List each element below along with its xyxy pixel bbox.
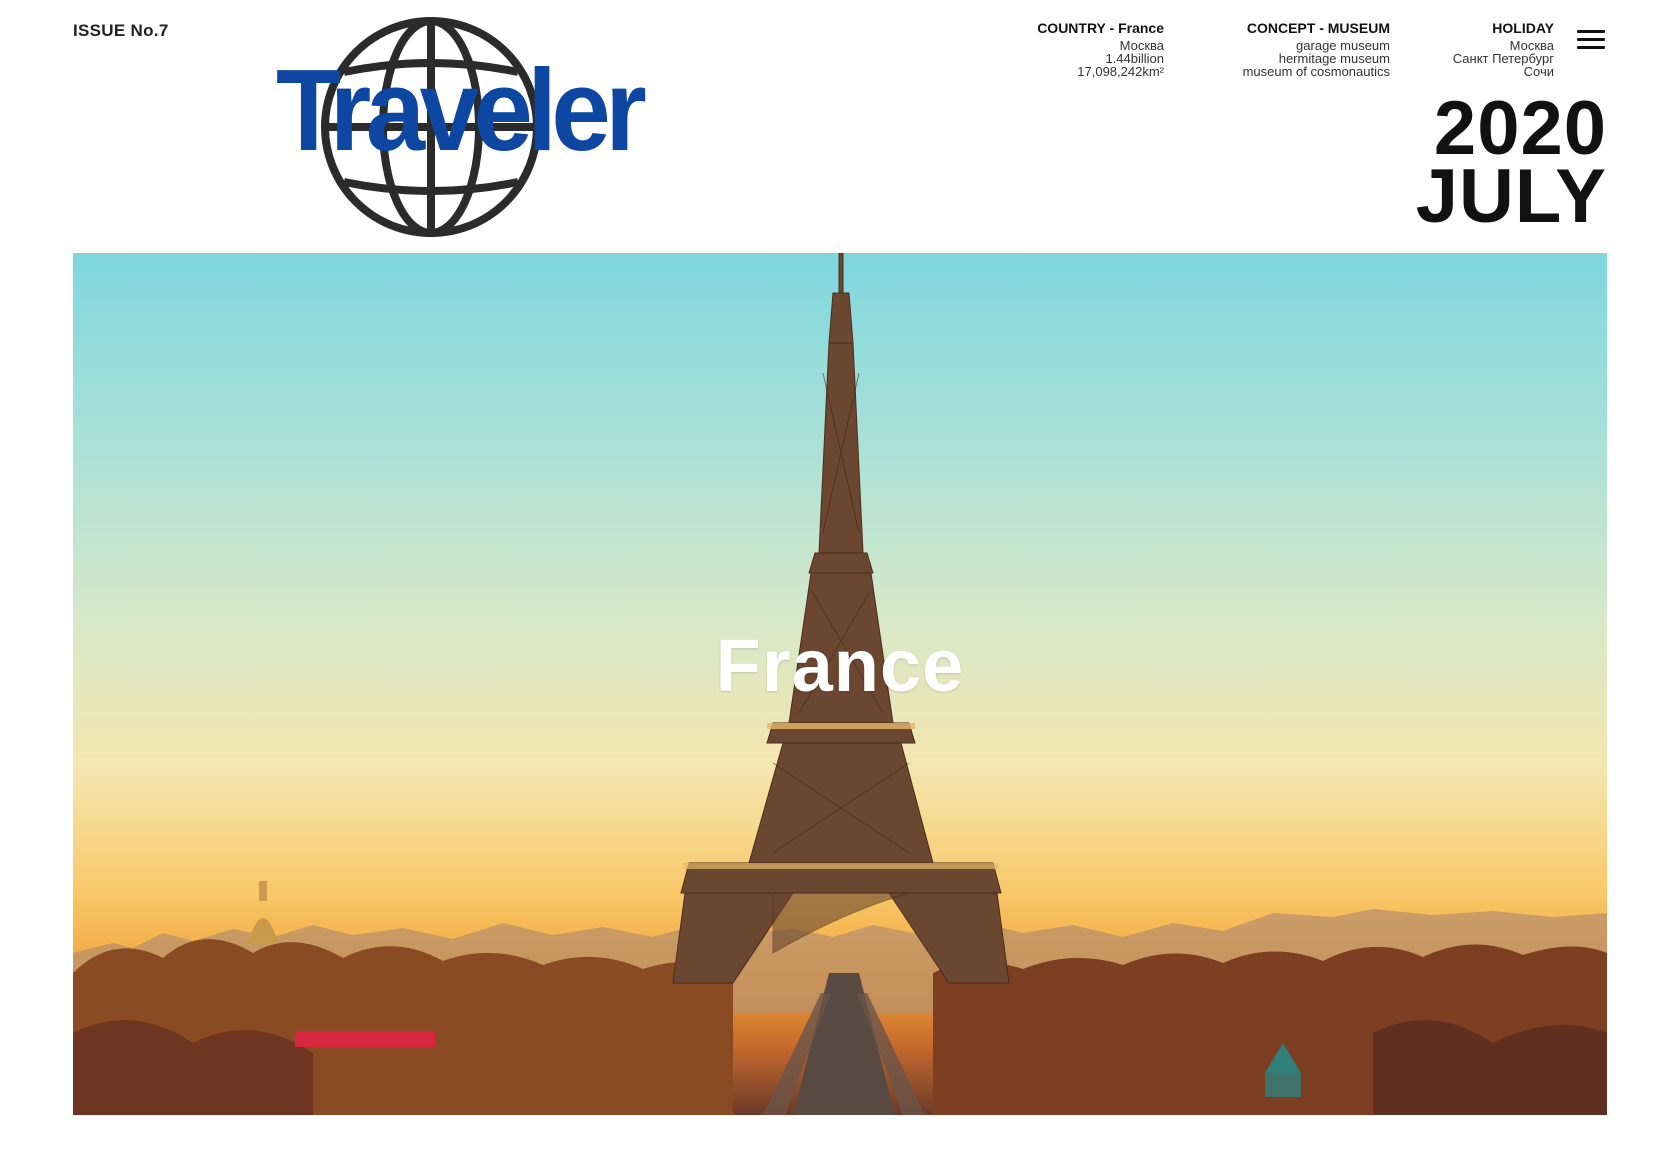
logo-wordmark: Traveler	[276, 45, 647, 175]
concept-line: museum of cosmonautics	[1242, 64, 1390, 79]
issue-month: JULY	[1415, 154, 1607, 239]
holiday-title: HOLIDAY	[1492, 20, 1554, 36]
holiday-info: HOLIDAY Москва Санкт Петербург Сочи	[1453, 20, 1554, 78]
country-title: COUNTRY - France	[1037, 20, 1164, 36]
hero-image[interactable]: France	[73, 253, 1607, 1115]
hamburger-menu-icon[interactable]	[1577, 30, 1605, 52]
traveler-logo[interactable]: Traveler	[272, 14, 647, 240]
issue-number: ISSUE No.7	[73, 21, 169, 40]
country-info: COUNTRY - France Москва 1.44billion 17,0…	[1037, 20, 1164, 78]
concept-info: CONCEPT - MUSEUM garage museum hermitage…	[1243, 20, 1390, 78]
issue-date: 2020 JULY	[1415, 86, 1607, 239]
issue-year: 2020	[1433, 86, 1607, 171]
concept-title: CONCEPT - MUSEUM	[1246, 20, 1390, 36]
hero-title: France	[715, 624, 965, 707]
holiday-line: Сочи	[1523, 64, 1554, 79]
country-line: 17,098,242km²	[1077, 64, 1164, 79]
